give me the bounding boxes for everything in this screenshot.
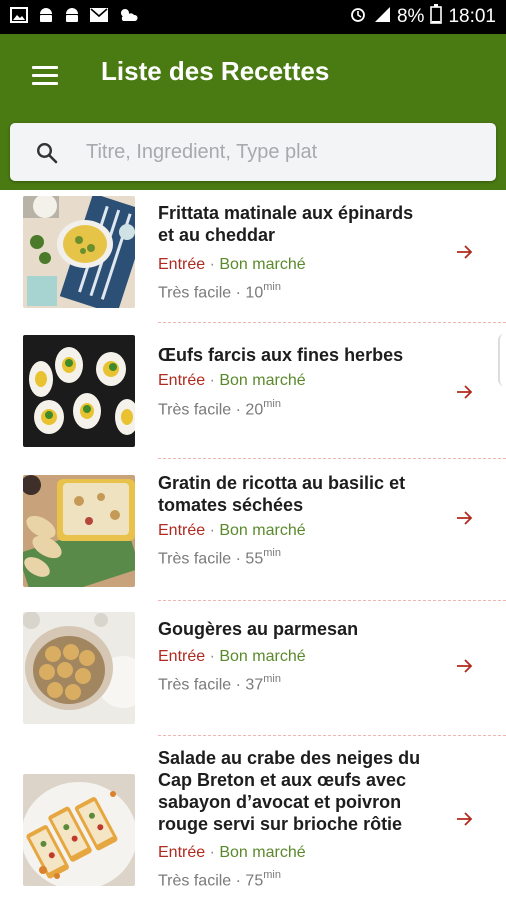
course-label: Entrée	[158, 648, 206, 665]
recipe-title-line: Gratin de ricotta au basilic et	[158, 473, 406, 493]
time-unit: min	[263, 869, 281, 881]
time-value: 10	[245, 284, 264, 302]
recipe-thumbnail	[23, 774, 135, 886]
recipe-title-line: Gougères au parmesan	[158, 619, 359, 639]
battery-text: 8%	[396, 6, 425, 27]
separator: ·	[205, 844, 220, 861]
recipe-item[interactable]: Salade au crabe des neiges du Cap Breton…	[0, 737, 506, 900]
recipe-thumbnail	[23, 196, 135, 308]
arrow-right-icon[interactable]	[456, 658, 474, 674]
search-input[interactable]	[86, 123, 481, 181]
recipe-title-line: Salade au crabe des neiges du	[158, 748, 421, 768]
difficulty-label: Très facile	[158, 284, 232, 302]
recipe-tags: Entrée · Bon marché	[158, 372, 306, 390]
recipe-item[interactable]: Œufs farcis aux fines herbes Entrée · Bo…	[0, 324, 506, 458]
recipe-difficulty-time: Très facile · 10min	[158, 281, 281, 302]
price-label: Bon marché	[219, 844, 306, 861]
alarm-icon	[349, 5, 367, 29]
price-label: Bon marché	[219, 522, 306, 539]
time-value: 75	[245, 872, 264, 890]
recipe-tags: Entrée · Bon marché	[158, 844, 306, 862]
recipe-title-line: Cap Breton et aux œufs avec	[158, 770, 407, 790]
time-value: 20	[245, 401, 264, 419]
difficulty-label: Très facile	[158, 676, 232, 694]
recipe-title: Gougères au parmesan	[158, 618, 448, 640]
price-label: Bon marché	[219, 648, 306, 665]
recipe-title-line: Œufs farcis aux fines herbes	[158, 345, 404, 365]
difficulty-label: Très facile	[158, 550, 232, 568]
signal-icon	[373, 5, 391, 29]
separator: ·	[231, 401, 246, 419]
time-unit: min	[263, 281, 281, 293]
recipe-thumbnail	[23, 612, 135, 724]
separator: ·	[205, 372, 220, 389]
arrow-right-icon[interactable]	[456, 510, 474, 526]
recipe-difficulty-time: Très facile · 75min	[158, 869, 281, 890]
arrow-right-icon[interactable]	[456, 244, 474, 260]
recipe-item[interactable]: Gratin de ricotta au basilic et tomates …	[0, 460, 506, 600]
battery-icon	[430, 4, 443, 30]
course-label: Entrée	[158, 522, 206, 539]
recipe-thumbnail	[23, 475, 135, 587]
recipe-title-line: sabayon d’avocat et poivron	[158, 792, 402, 812]
weather-icon	[118, 7, 138, 28]
time-value: 55	[245, 550, 264, 568]
difficulty-label: Très facile	[158, 872, 232, 890]
page-title: Liste des Recettes	[101, 56, 330, 86]
recipe-item[interactable]: Gougères au parmesan Entrée · Bon marché…	[0, 602, 506, 736]
recipe-title: Gratin de ricotta au basilic et tomates …	[158, 472, 448, 516]
recipe-title-line: Frittata matinale aux épinards	[158, 203, 414, 223]
item-divider	[158, 735, 506, 736]
recipe-tags: Entrée · Bon marché	[158, 522, 306, 540]
separator: ·	[205, 256, 220, 273]
recipe-tags: Entrée · Bon marché	[158, 256, 306, 274]
separator: ·	[231, 676, 246, 694]
recipe-title: Salade au crabe des neiges du Cap Breton…	[158, 747, 448, 835]
recipe-title-line: tomates séchées	[158, 495, 304, 515]
menu-icon[interactable]	[32, 66, 58, 86]
separator: ·	[205, 522, 220, 539]
search-icon	[36, 142, 58, 164]
price-label: Bon marché	[219, 372, 306, 389]
status-bar: 8% 18:01	[0, 0, 506, 34]
mail-icon	[90, 7, 108, 27]
course-label: Entrée	[158, 844, 206, 861]
item-divider	[158, 600, 506, 601]
recipe-tags: Entrée · Bon marché	[158, 648, 306, 666]
recipe-difficulty-time: Très facile · 55min	[158, 547, 281, 568]
search-bar[interactable]	[10, 123, 496, 181]
time-unit: min	[263, 673, 281, 685]
separator: ·	[231, 550, 246, 568]
recipe-title-line: rouge servi sur brioche rôtie	[158, 814, 403, 834]
recipe-item[interactable]: Frittata matinale aux épinards et au che…	[0, 190, 506, 322]
arrow-right-icon[interactable]	[456, 811, 474, 827]
item-divider	[158, 322, 506, 323]
recipe-difficulty-time: Très facile · 37min	[158, 673, 281, 694]
recipe-thumbnail	[23, 335, 135, 447]
android-icon	[64, 6, 80, 29]
android-icon	[38, 6, 54, 29]
recipe-title-line: et au cheddar	[158, 225, 276, 245]
price-label: Bon marché	[219, 256, 306, 273]
time-value: 37	[245, 676, 264, 694]
recipe-difficulty-time: Très facile · 20min	[158, 398, 281, 419]
arrow-right-icon[interactable]	[456, 384, 474, 400]
clock-time: 18:01	[448, 6, 496, 27]
gallery-icon	[10, 6, 28, 29]
item-divider	[158, 458, 506, 459]
separator: ·	[231, 284, 246, 302]
separator: ·	[205, 648, 220, 665]
separator: ·	[231, 872, 246, 890]
scrollbar[interactable]	[498, 334, 506, 386]
course-label: Entrée	[158, 372, 206, 389]
difficulty-label: Très facile	[158, 401, 232, 419]
time-unit: min	[263, 398, 281, 410]
recipe-title: Œufs farcis aux fines herbes	[158, 344, 448, 366]
recipe-title: Frittata matinale aux épinards et au che…	[158, 202, 448, 246]
course-label: Entrée	[158, 256, 206, 273]
app-bar: Liste des Recettes	[0, 34, 506, 190]
time-unit: min	[263, 547, 281, 559]
